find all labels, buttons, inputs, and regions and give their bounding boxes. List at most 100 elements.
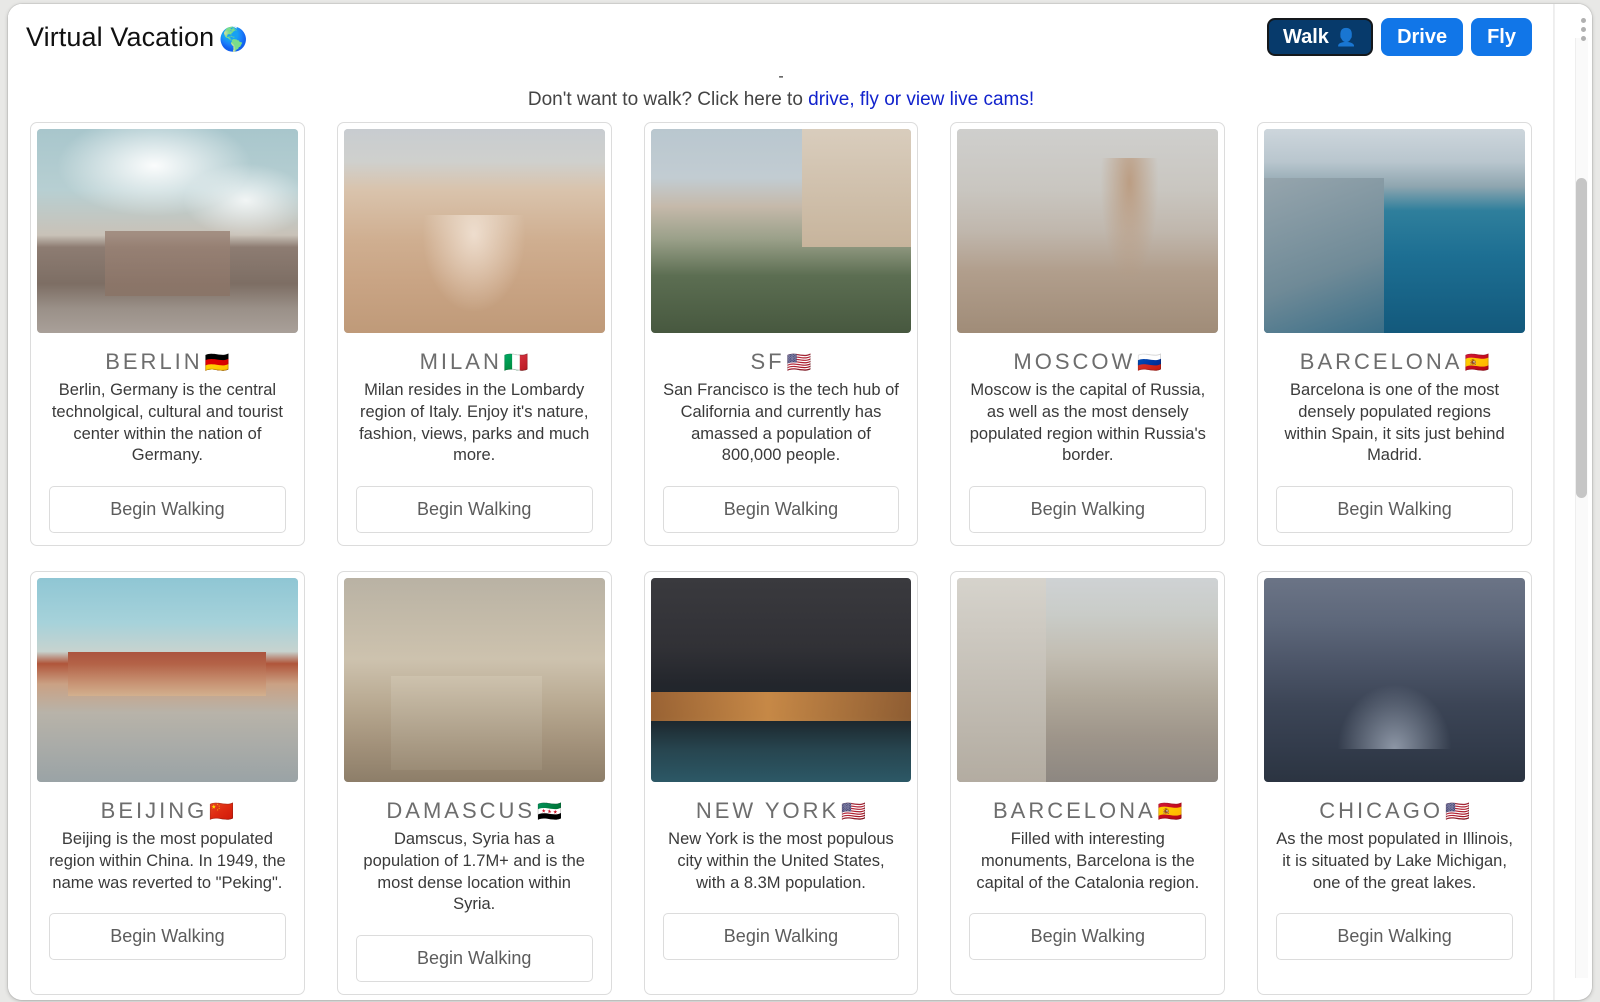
subheader-text: Don't want to walk? Click here to drive,… bbox=[8, 89, 1554, 112]
card-photo bbox=[957, 129, 1218, 333]
card-photo bbox=[1264, 578, 1525, 782]
damascus-cityscape-photo bbox=[344, 578, 605, 782]
globe-icon: 🌎 bbox=[219, 26, 248, 52]
begin-walking-button[interactable]: Begin Walking bbox=[49, 486, 286, 533]
chicago-bean-photo bbox=[1264, 578, 1525, 782]
grip-dot bbox=[1581, 18, 1586, 23]
flag-russia-icon: 🇷🇺 bbox=[1137, 352, 1162, 374]
card-photo bbox=[37, 578, 298, 782]
card-description: Milan resides in the Lombardy region of … bbox=[356, 380, 593, 467]
card-title: MOSCOW🇷🇺 bbox=[969, 349, 1206, 375]
grip-dot bbox=[1581, 27, 1586, 32]
card-photo bbox=[651, 129, 912, 333]
scrollbar-gutter bbox=[1554, 4, 1592, 1000]
destination-card[interactable]: BEIJING🇨🇳 Beijing is the most populated … bbox=[30, 571, 305, 995]
card-body: BEIJING🇨🇳 Beijing is the most populated … bbox=[37, 782, 298, 894]
card-city-name: BEIJING bbox=[101, 798, 208, 823]
card-description: As the most populated in Illinois, it is… bbox=[1276, 829, 1513, 894]
destination-card[interactable]: BARCELONA🇪🇸 Barcelona is one of the most… bbox=[1257, 122, 1532, 546]
destination-card[interactable]: BARCELONA🇪🇸 Filled with interesting monu… bbox=[950, 571, 1225, 995]
destination-card[interactable]: DAMASCUS🇸🇾 Damscus, Syria has a populati… bbox=[337, 571, 612, 995]
card-body: SF🇺🇸 San Francisco is the tech hub of Ca… bbox=[651, 333, 912, 467]
card-title: SF🇺🇸 bbox=[663, 349, 900, 375]
card-title: CHICAGO🇺🇸 bbox=[1276, 798, 1513, 824]
card-photo bbox=[344, 578, 605, 782]
card-body: BARCELONA🇪🇸 Barcelona is one of the most… bbox=[1264, 333, 1525, 467]
destination-card[interactable]: MOSCOW🇷🇺 Moscow is the capital of Russia… bbox=[950, 122, 1225, 546]
card-body: CHICAGO🇺🇸 As the most populated in Illin… bbox=[1264, 782, 1525, 894]
drive-mode-label: Drive bbox=[1397, 27, 1447, 47]
browser-window: Virtual Vacation🌎 Walk 👤 Drive Fly - Don… bbox=[8, 4, 1592, 1000]
begin-walking-button[interactable]: Begin Walking bbox=[663, 486, 900, 533]
walk-mode-label: Walk bbox=[1283, 27, 1329, 47]
card-body: BERLIN🇩🇪 Berlin, Germany is the central … bbox=[37, 333, 298, 467]
begin-walking-button[interactable]: Begin Walking bbox=[969, 913, 1206, 960]
card-photo bbox=[37, 129, 298, 333]
begin-walking-button[interactable]: Begin Walking bbox=[49, 913, 286, 960]
destination-card[interactable]: BERLIN🇩🇪 Berlin, Germany is the central … bbox=[30, 122, 305, 546]
card-description: Berlin, Germany is the central technolgi… bbox=[49, 380, 286, 467]
begin-walking-button[interactable]: Begin Walking bbox=[969, 486, 1206, 533]
card-photo bbox=[344, 129, 605, 333]
app-title: Virtual Vacation🌎 bbox=[26, 22, 248, 53]
moscow-kremlin-photo bbox=[957, 129, 1218, 333]
scrollbar-thumb[interactable] bbox=[1576, 178, 1587, 498]
card-city-name: NEW YORK bbox=[696, 798, 839, 823]
begin-walking-button[interactable]: Begin Walking bbox=[663, 913, 900, 960]
destination-card[interactable]: CHICAGO🇺🇸 As the most populated in Illin… bbox=[1257, 571, 1532, 995]
card-body: NEW YORK🇺🇸 New York is the most populous… bbox=[651, 782, 912, 894]
destination-card[interactable]: MILAN🇮🇹 Milan resides in the Lombardy re… bbox=[337, 122, 612, 546]
card-body: BARCELONA🇪🇸 Filled with interesting monu… bbox=[957, 782, 1218, 894]
person-icon: 👤 bbox=[1336, 29, 1357, 46]
card-title: BEIJING🇨🇳 bbox=[49, 798, 286, 824]
begin-walking-button[interactable]: Begin Walking bbox=[356, 935, 593, 982]
destination-card[interactable]: NEW YORK🇺🇸 New York is the most populous… bbox=[644, 571, 919, 995]
subheader-area: - Don't want to walk? Click here to driv… bbox=[8, 72, 1554, 122]
card-photo bbox=[651, 578, 912, 782]
card-body: MILAN🇮🇹 Milan resides in the Lombardy re… bbox=[344, 333, 605, 467]
flag-italy-icon: 🇮🇹 bbox=[504, 352, 529, 374]
card-body: DAMASCUS🇸🇾 Damscus, Syria has a populati… bbox=[344, 782, 605, 916]
card-city-name: DAMASCUS bbox=[386, 798, 535, 823]
card-description: New York is the most populous city withi… bbox=[663, 829, 900, 894]
card-city-name: MILAN bbox=[420, 349, 502, 374]
forbidden-city-photo bbox=[37, 578, 298, 782]
subheader-prefix: Don't want to walk? Click here to bbox=[528, 89, 808, 110]
barcelona-coast-photo bbox=[1264, 129, 1525, 333]
card-description: Barcelona is one of the most densely pop… bbox=[1276, 380, 1513, 467]
card-photo bbox=[957, 578, 1218, 782]
card-description: Moscow is the capital of Russia, as well… bbox=[969, 380, 1206, 467]
card-description: Filled with interesting monuments, Barce… bbox=[969, 829, 1206, 894]
card-city-name: CHICAGO bbox=[1319, 798, 1443, 823]
destination-grid: BERLIN🇩🇪 Berlin, Germany is the central … bbox=[8, 122, 1554, 995]
card-city-name: BERLIN bbox=[105, 349, 202, 374]
barcelona-street-photo bbox=[957, 578, 1218, 782]
card-title: BERLIN🇩🇪 bbox=[49, 349, 286, 375]
drive-mode-button[interactable]: Drive bbox=[1381, 18, 1463, 56]
milan-aerial-photo bbox=[344, 129, 605, 333]
page-viewport: Virtual Vacation🌎 Walk 👤 Drive Fly - Don… bbox=[8, 4, 1554, 1000]
begin-walking-button[interactable]: Begin Walking bbox=[1276, 913, 1513, 960]
flag-syria-icon: 🇸🇾 bbox=[537, 801, 562, 823]
card-description: San Francisco is the tech hub of Califor… bbox=[663, 380, 900, 467]
app-header: Virtual Vacation🌎 Walk 👤 Drive Fly bbox=[8, 4, 1554, 72]
app-title-text: Virtual Vacation bbox=[26, 22, 214, 52]
destination-card[interactable]: SF🇺🇸 San Francisco is the tech hub of Ca… bbox=[644, 122, 919, 546]
card-title: BARCELONA🇪🇸 bbox=[969, 798, 1206, 824]
brooklyn-bridge-night-photo bbox=[651, 578, 912, 782]
fly-mode-button[interactable]: Fly bbox=[1471, 18, 1532, 56]
flag-germany-icon: 🇩🇪 bbox=[205, 352, 230, 374]
card-photo bbox=[1264, 129, 1525, 333]
window-grip-dots[interactable] bbox=[1581, 18, 1586, 41]
card-description: Damscus, Syria has a population of 1.7M+… bbox=[356, 829, 593, 916]
travel-mode-buttons: Walk 👤 Drive Fly bbox=[1267, 18, 1532, 56]
card-title: NEW YORK🇺🇸 bbox=[663, 798, 900, 824]
begin-walking-button[interactable]: Begin Walking bbox=[356, 486, 593, 533]
card-title: BARCELONA🇪🇸 bbox=[1276, 349, 1513, 375]
flag-usa-icon: 🇺🇸 bbox=[787, 352, 812, 374]
card-city-name: MOSCOW bbox=[1013, 349, 1135, 374]
live-cams-link[interactable]: drive, fly or view live cams! bbox=[808, 89, 1034, 110]
walk-mode-button[interactable]: Walk 👤 bbox=[1267, 18, 1373, 56]
begin-walking-button[interactable]: Begin Walking bbox=[1276, 486, 1513, 533]
truncated-heading: - bbox=[8, 69, 1554, 85]
